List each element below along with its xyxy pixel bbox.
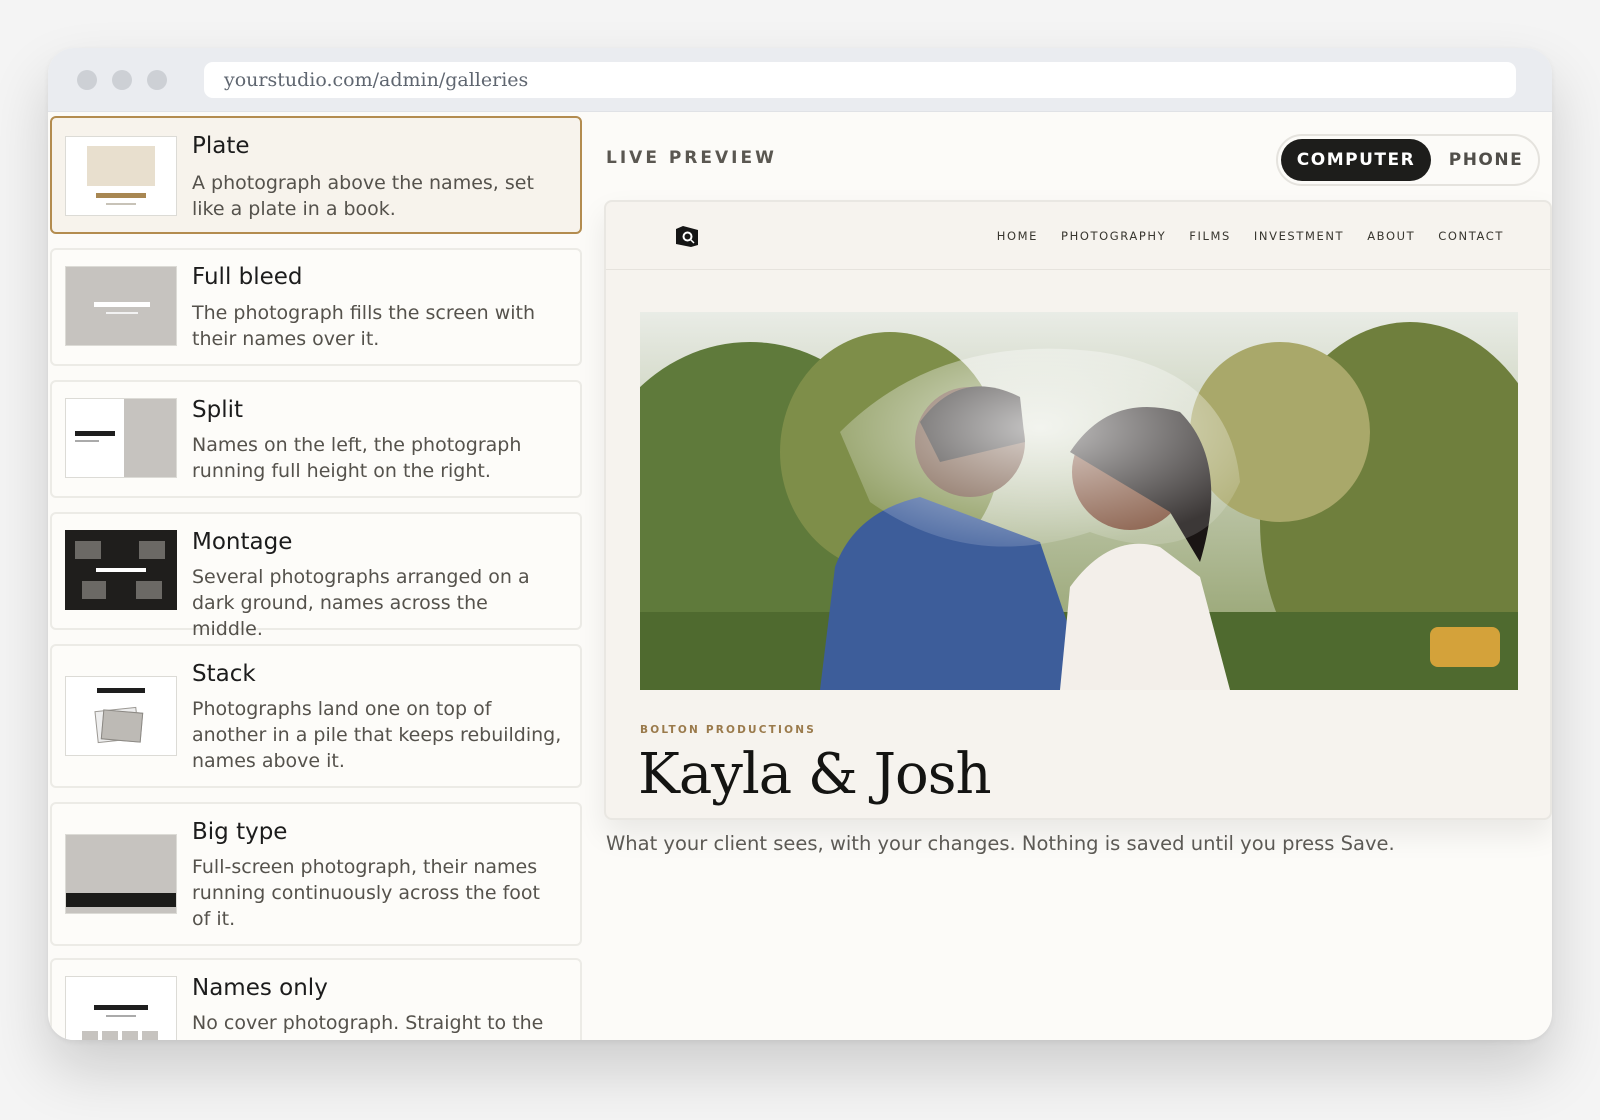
layout-description: Photographs land one on top of another i… [192, 698, 562, 772]
preview-panel: LIVE PREVIEW COMPUTER PHONE HOME PHOTOGR… [582, 112, 1552, 1040]
plate-thumbnail [65, 136, 177, 216]
layout-description: Full-screen photograph, their names runn… [192, 856, 540, 930]
full-bleed-thumbnail [65, 266, 177, 346]
layout-title: Full bleed [192, 264, 303, 290]
layout-description: Several photographs arranged on a dark g… [192, 566, 530, 640]
couple-names-heading: Kayla & Josh [638, 742, 992, 807]
site-nav-bar: HOME PHOTOGRAPHY FILMS INVESTMENT ABOUT … [606, 202, 1550, 270]
stack-thumbnail [65, 676, 177, 756]
split-thumbnail [65, 398, 177, 478]
layout-option-names-only[interactable]: Names only No cover photograph. Straight… [50, 958, 582, 1040]
layout-option-plate[interactable]: Plate A photograph above the names, set … [50, 116, 582, 234]
device-toggle: COMPUTER PHONE [1276, 134, 1540, 186]
camera-logo-icon [676, 226, 698, 247]
preview-frame: HOME PHOTOGRAPHY FILMS INVESTMENT ABOUT … [604, 200, 1552, 820]
layout-description: Names on the left, the photograph runnin… [192, 434, 522, 482]
site-nav-photography[interactable]: PHOTOGRAPHY [1061, 229, 1166, 243]
montage-thumbnail [65, 530, 177, 610]
layout-option-big-type[interactable]: Big type Full-screen photograph, their n… [50, 802, 582, 946]
address-bar[interactable]: yourstudio.com/admin/galleries [204, 62, 1516, 98]
layout-option-stack[interactable]: Stack Photographs land one on top of ano… [50, 644, 582, 788]
layout-description: No cover photograph. Straight to the [192, 1012, 544, 1034]
big-type-thumbnail [65, 834, 177, 914]
layout-description: A photograph above the names, set like a… [192, 172, 534, 220]
layout-title: Montage [192, 529, 293, 555]
hero-photograph [640, 312, 1518, 690]
window-minimize-dot[interactable] [112, 70, 132, 90]
window-zoom-dot[interactable] [147, 70, 167, 90]
layout-option-full-bleed[interactable]: Full bleed The photograph fills the scre… [50, 248, 582, 366]
layout-option-montage[interactable]: Montage Several photographs arranged on … [50, 512, 582, 640]
phone-toggle-button[interactable]: PHONE [1446, 139, 1526, 181]
site-nav-films[interactable]: FILMS [1189, 229, 1231, 243]
layout-title: Plate [192, 133, 250, 159]
layout-options-list: Plate A photograph above the names, set … [48, 112, 582, 1040]
computer-toggle-button[interactable]: COMPUTER [1281, 139, 1431, 181]
site-nav-links: HOME PHOTOGRAPHY FILMS INVESTMENT ABOUT … [997, 229, 1504, 243]
preview-caption: What your client sees, with your changes… [606, 832, 1395, 855]
layout-title: Names only [192, 975, 328, 1001]
layout-title: Big type [192, 819, 288, 845]
layout-title: Split [192, 397, 243, 423]
site-nav-contact[interactable]: CONTACT [1438, 229, 1504, 243]
layout-title: Stack [192, 661, 256, 687]
window-close-dot[interactable] [77, 70, 97, 90]
site-nav-home[interactable]: HOME [997, 229, 1038, 243]
live-preview-label: LIVE PREVIEW [606, 148, 777, 168]
browser-chrome: yourstudio.com/admin/galleries [48, 48, 1552, 112]
layout-description: The photograph fills the screen with the… [192, 302, 536, 350]
names-only-thumbnail [65, 976, 177, 1040]
site-nav-about[interactable]: ABOUT [1367, 229, 1415, 243]
browser-window: yourstudio.com/admin/galleries Plate A p… [48, 48, 1552, 1040]
studio-name: BOLTON PRODUCTIONS [640, 724, 817, 736]
layout-option-split[interactable]: Split Names on the left, the photograph … [50, 380, 582, 498]
site-nav-investment[interactable]: INVESTMENT [1254, 229, 1344, 243]
